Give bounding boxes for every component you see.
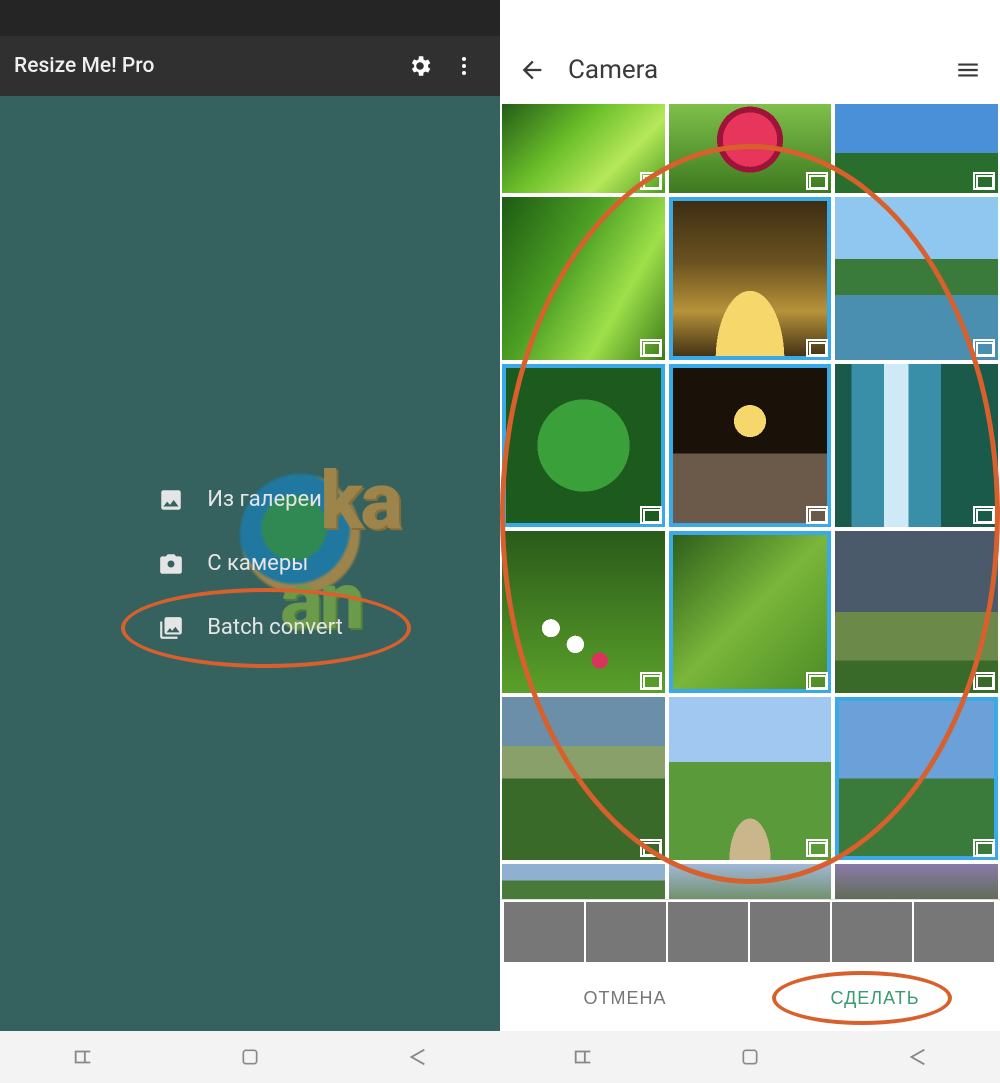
thumb-bluesel[interactable] [835, 697, 998, 860]
image-icon [157, 486, 185, 514]
thumb-autumn-road[interactable] [669, 197, 832, 360]
thumb-grass-blades[interactable] [502, 197, 665, 360]
stack-icon [976, 342, 994, 356]
main-menu: Из галереи С камеры Batch convert [147, 468, 353, 660]
screen-resize-me: Resize Me! Pro ka an Из галереи [0, 0, 500, 1083]
thumb-lake-mtn[interactable] [835, 197, 998, 360]
stack-icon [976, 509, 994, 523]
settings-button[interactable] [398, 44, 442, 88]
nav-back[interactable] [404, 1044, 430, 1070]
status-bar [0, 0, 500, 36]
thumb-partial3[interactable] [835, 864, 998, 899]
back-button[interactable] [510, 48, 554, 92]
menu-label: С камеры [207, 551, 308, 576]
selection-strip[interactable] [500, 899, 1000, 965]
do-button[interactable]: СДЕЛАТЬ [750, 968, 1000, 1029]
recent-icon [72, 1046, 94, 1068]
thumb-fern[interactable] [669, 531, 832, 694]
stack-icon [809, 675, 827, 689]
thumb-waterfall[interactable] [835, 364, 998, 527]
thumb-flowers[interactable] [502, 531, 665, 694]
app-bar: Resize Me! Pro [0, 36, 500, 96]
strip-thumb[interactable] [668, 902, 748, 962]
stack-icon [976, 675, 994, 689]
stack-icon [643, 175, 661, 189]
more-vert-icon [452, 54, 476, 78]
thumb-moonrise[interactable] [669, 364, 832, 527]
stack-icon [643, 342, 661, 356]
thumb-sky-field[interactable] [835, 104, 998, 193]
thumb-partial1[interactable] [502, 864, 665, 899]
hamburger-icon [955, 57, 981, 83]
stack-icon [643, 509, 661, 523]
nav-back[interactable] [904, 1044, 930, 1070]
thumb-path[interactable] [669, 697, 832, 860]
camera-icon [157, 550, 185, 578]
menu-label: Из галереи [207, 487, 322, 512]
strip-thumb[interactable] [914, 902, 994, 962]
back-icon [406, 1046, 428, 1068]
action-bar: ОТМЕНА СДЕЛАТЬ [500, 965, 1000, 1031]
strip-thumb[interactable] [832, 902, 912, 962]
menu-batch-convert[interactable]: Batch convert [147, 596, 353, 660]
menu-label: Batch convert [207, 615, 343, 640]
thumb-raspberry[interactable] [669, 104, 832, 193]
menu-from-gallery[interactable]: Из галереи [147, 468, 353, 532]
nav-recent[interactable] [570, 1044, 596, 1070]
cancel-button[interactable]: ОТМЕНА [500, 968, 750, 1029]
stack-icon [643, 842, 661, 856]
thumb-grass[interactable] [502, 104, 665, 193]
overflow-button[interactable] [442, 44, 486, 88]
home-icon [740, 1047, 760, 1067]
picker-app-bar: Camera [500, 36, 1000, 104]
back-icon [906, 1046, 928, 1068]
thumbnail-grid[interactable] [500, 104, 1000, 899]
nav-home[interactable] [237, 1044, 263, 1070]
nav-home[interactable] [737, 1044, 763, 1070]
arrow-back-icon [518, 56, 546, 84]
menu-from-camera[interactable]: С камеры [147, 532, 353, 596]
thumb-leaf[interactable] [502, 364, 665, 527]
stack-icon [976, 175, 994, 189]
recent-icon [572, 1046, 594, 1068]
strip-thumb[interactable] [750, 902, 830, 962]
gallery-area [500, 104, 1000, 899]
stack-icon [809, 175, 827, 189]
main-body: ka an Из галереи С камеры Bat [0, 96, 500, 1031]
thumb-storm[interactable] [835, 531, 998, 694]
nav-bar [0, 1031, 500, 1083]
home-icon [240, 1047, 260, 1067]
thumb-partial2[interactable] [669, 864, 832, 899]
status-bar [500, 0, 1000, 36]
gear-icon [407, 53, 433, 79]
screen-gallery-picker: Camera ОТМЕНА СДЕЛАТЬ [500, 0, 1000, 1083]
picker-title: Camera [568, 55, 757, 85]
app-title: Resize Me! Pro [14, 54, 398, 78]
stack-icon [809, 842, 827, 856]
nav-bar [500, 1031, 1000, 1083]
stack-icon [643, 675, 661, 689]
thumb-valley[interactable] [502, 697, 665, 860]
drawer-button[interactable] [946, 48, 990, 92]
stack-icon [809, 509, 827, 523]
stack-icon [976, 842, 994, 856]
nav-recent[interactable] [70, 1044, 96, 1070]
collections-icon [157, 614, 185, 642]
strip-thumb[interactable] [504, 902, 584, 962]
stack-icon [809, 342, 827, 356]
strip-thumb[interactable] [586, 902, 666, 962]
